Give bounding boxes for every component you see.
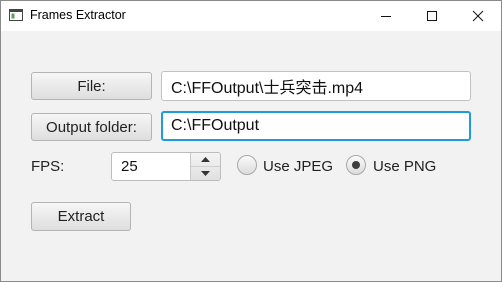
use-jpeg-radio[interactable] — [237, 155, 257, 175]
frames-extractor-window: Frames Extractor File: C:\FFOutput\士兵突击.… — [0, 0, 502, 282]
file-path-field[interactable]: C:\FFOutput\士兵突击.mp4 — [161, 71, 471, 101]
output-folder-button[interactable]: Output folder: — [31, 113, 152, 141]
file-button[interactable]: File: — [31, 72, 152, 100]
close-icon — [472, 10, 484, 22]
fps-increment-button[interactable] — [191, 153, 220, 167]
fps-spinner-buttons — [190, 153, 220, 180]
fps-label: FPS: — [31, 158, 65, 175]
fps-value[interactable]: 25 — [121, 158, 138, 175]
output-folder-field[interactable]: C:\FFOutput — [161, 111, 471, 141]
triangle-up-icon — [201, 157, 210, 162]
fps-decrement-button[interactable] — [191, 167, 220, 180]
app-window-icon — [9, 9, 23, 21]
extract-button[interactable]: Extract — [31, 202, 131, 231]
minimize-button[interactable] — [363, 1, 409, 31]
triangle-down-icon — [201, 171, 210, 176]
minimize-icon — [381, 16, 391, 17]
window-title: Frames Extractor — [30, 8, 126, 22]
use-png-radio[interactable] — [346, 155, 366, 175]
title-bar[interactable]: Frames Extractor — [1, 1, 501, 31]
maximize-icon — [427, 11, 437, 21]
radio-selected-dot — [352, 161, 360, 169]
fps-spinner[interactable]: 25 — [111, 152, 221, 181]
use-jpeg-label[interactable]: Use JPEG — [263, 158, 333, 175]
use-png-label[interactable]: Use PNG — [373, 158, 436, 175]
close-button[interactable] — [455, 1, 501, 31]
maximize-button[interactable] — [409, 1, 455, 31]
